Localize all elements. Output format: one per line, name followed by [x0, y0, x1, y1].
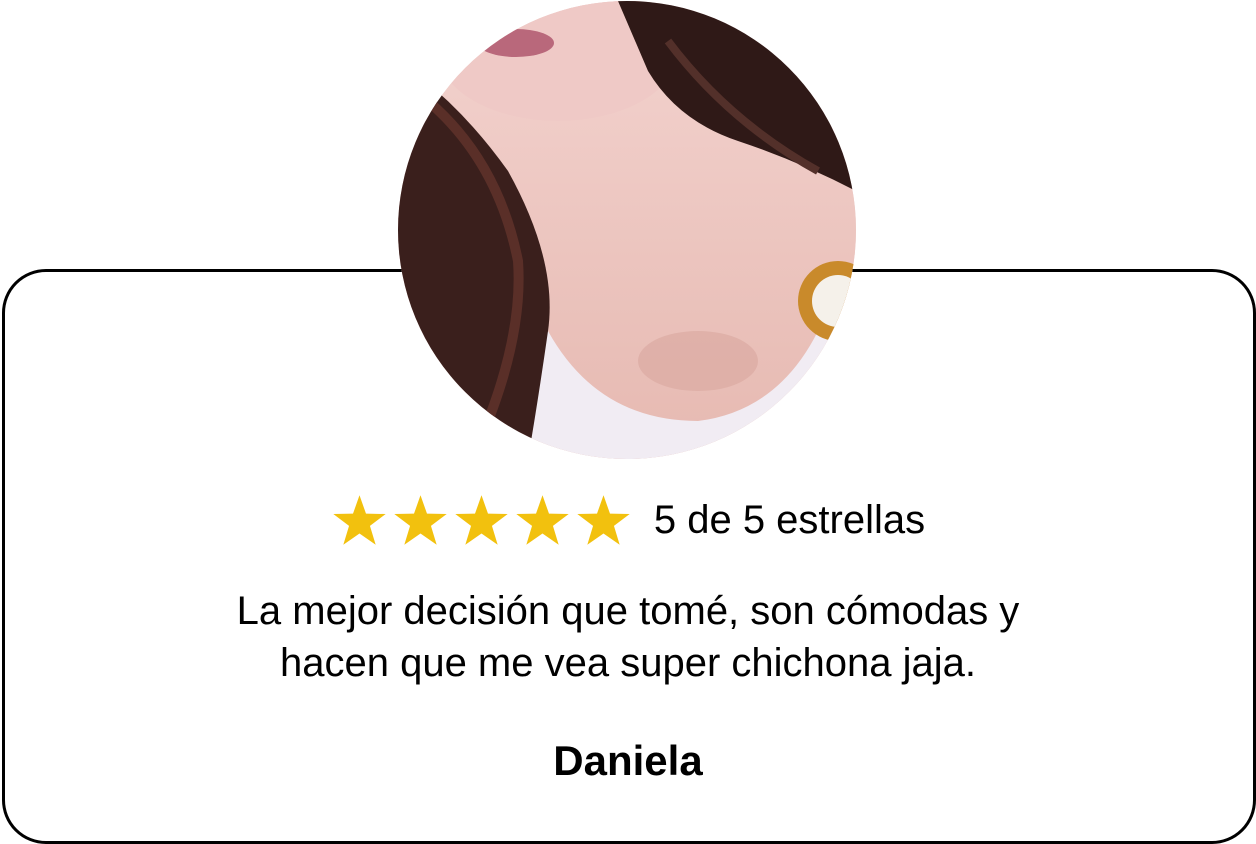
review-quote: La mejor decisión que tomé, son cómodas … [0, 585, 1256, 689]
star-rating [331, 493, 632, 548]
rating-row: 5 de 5 estrellas [0, 488, 1256, 552]
reviewer-avatar [398, 1, 856, 459]
star-icon [577, 494, 630, 545]
review-quote-line: La mejor decisión que tomé, son cómodas … [236, 589, 1020, 633]
star-icon [516, 494, 569, 545]
review-quote-line: hacen que me vea super chichona jaja. [279, 641, 976, 685]
star-icon [333, 494, 386, 545]
star-icon [455, 494, 508, 545]
reviewer-photo [398, 1, 856, 459]
rating-text: 5 de 5 estrellas [653, 498, 926, 542]
review-author: Daniela [553, 737, 703, 784]
star-icon [394, 494, 447, 545]
